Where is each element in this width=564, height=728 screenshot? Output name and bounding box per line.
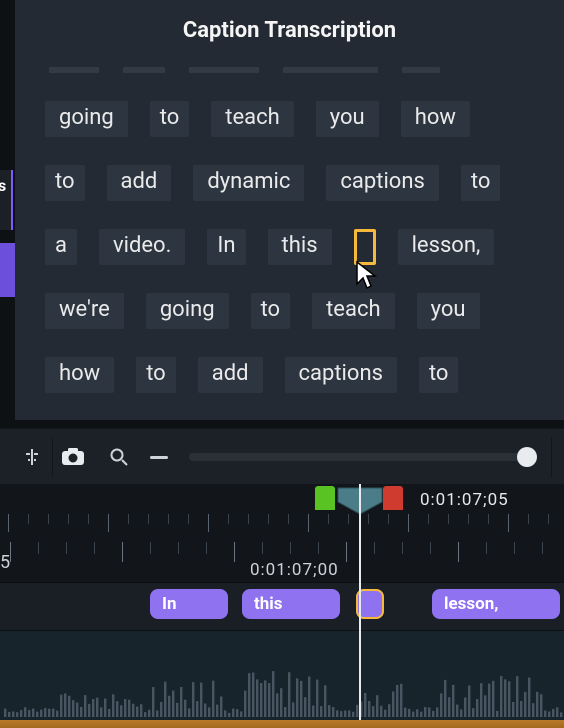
caption-word[interactable]: a bbox=[45, 229, 77, 265]
caption-clip-label: this bbox=[254, 594, 283, 614]
caption-word[interactable]: to bbox=[461, 165, 501, 201]
caption-word[interactable]: teach bbox=[211, 101, 293, 137]
ruler-ticks-fine bbox=[0, 514, 564, 538]
camera-icon[interactable] bbox=[53, 437, 93, 477]
zoom-out-button[interactable] bbox=[139, 437, 179, 477]
zoom-slider-track[interactable] bbox=[189, 453, 533, 461]
caption-clip[interactable]: In bbox=[150, 589, 228, 619]
caption-word[interactable]: lesson, bbox=[398, 229, 495, 265]
caption-word[interactable]: you bbox=[316, 101, 379, 137]
side-tab-label: s bbox=[0, 176, 16, 195]
caption-word[interactable]: add bbox=[107, 165, 172, 201]
caption-word[interactable]: to bbox=[45, 165, 85, 201]
panel-title: Caption Transcription bbox=[15, 0, 564, 57]
zoom-slider-thumb[interactable] bbox=[517, 447, 537, 467]
caption-word[interactable]: captions bbox=[326, 165, 438, 201]
timeline-ruler[interactable]: 0:01:07;05 0:01:07;00 5 bbox=[0, 484, 564, 582]
panel-divider bbox=[0, 420, 564, 428]
caption-transcription-panel: Caption Transcription going to teach you… bbox=[15, 0, 564, 420]
caption-word[interactable]: going bbox=[45, 101, 128, 137]
caption-track[interactable]: In this lesson, bbox=[0, 582, 564, 632]
caption-word[interactable]: this bbox=[268, 229, 332, 265]
timeline-tracks: In this lesson, bbox=[0, 582, 564, 720]
minus-icon bbox=[150, 456, 168, 459]
caption-word[interactable]: to bbox=[150, 101, 190, 137]
caption-word[interactable]: we're bbox=[45, 293, 124, 329]
caption-word[interactable]: captions bbox=[285, 357, 397, 393]
caption-word[interactable]: teach bbox=[312, 293, 394, 329]
caption-clip-label: In bbox=[162, 594, 177, 614]
caption-word[interactable]: to bbox=[419, 357, 459, 393]
timeline-toolbar bbox=[0, 428, 564, 486]
caption-word[interactable]: dynamic bbox=[193, 165, 304, 201]
caption-word-empty-selected[interactable] bbox=[354, 229, 376, 265]
align-center-icon[interactable] bbox=[12, 437, 53, 477]
caption-word[interactable]: video. bbox=[99, 229, 185, 265]
search-icon[interactable] bbox=[99, 437, 139, 477]
audio-track[interactable] bbox=[0, 630, 564, 722]
ruler-edge-number: 5 bbox=[0, 552, 10, 573]
caption-clip[interactable]: this bbox=[242, 589, 340, 619]
caption-word[interactable]: to bbox=[136, 357, 176, 393]
caption-word[interactable]: to bbox=[251, 293, 291, 329]
ruler-seconds: 0:01:07;00 bbox=[0, 542, 564, 582]
ghost-row bbox=[45, 67, 542, 73]
bottom-strip bbox=[0, 720, 564, 728]
caption-clip-label: lesson, bbox=[444, 594, 498, 614]
caption-word[interactable]: how bbox=[401, 101, 470, 137]
caption-word[interactable]: you bbox=[417, 293, 480, 329]
playhead-line[interactable] bbox=[359, 484, 361, 720]
caption-word[interactable]: going bbox=[146, 293, 229, 329]
caption-word[interactable]: how bbox=[45, 357, 114, 393]
audio-waveform bbox=[0, 667, 564, 717]
in-point-flag[interactable] bbox=[315, 486, 335, 510]
out-point-flag[interactable] bbox=[383, 486, 403, 510]
caption-clip[interactable]: lesson, bbox=[432, 589, 560, 619]
ruler-time-label: 0:01:07;00 bbox=[250, 560, 339, 580]
playhead-time-display: 0:01:07;05 bbox=[420, 490, 509, 510]
caption-word[interactable]: In bbox=[207, 229, 245, 265]
caption-word[interactable]: add bbox=[198, 357, 263, 393]
toolbar-separator bbox=[551, 437, 552, 477]
caption-words: going to teach you how to add dynamic ca… bbox=[15, 57, 564, 421]
